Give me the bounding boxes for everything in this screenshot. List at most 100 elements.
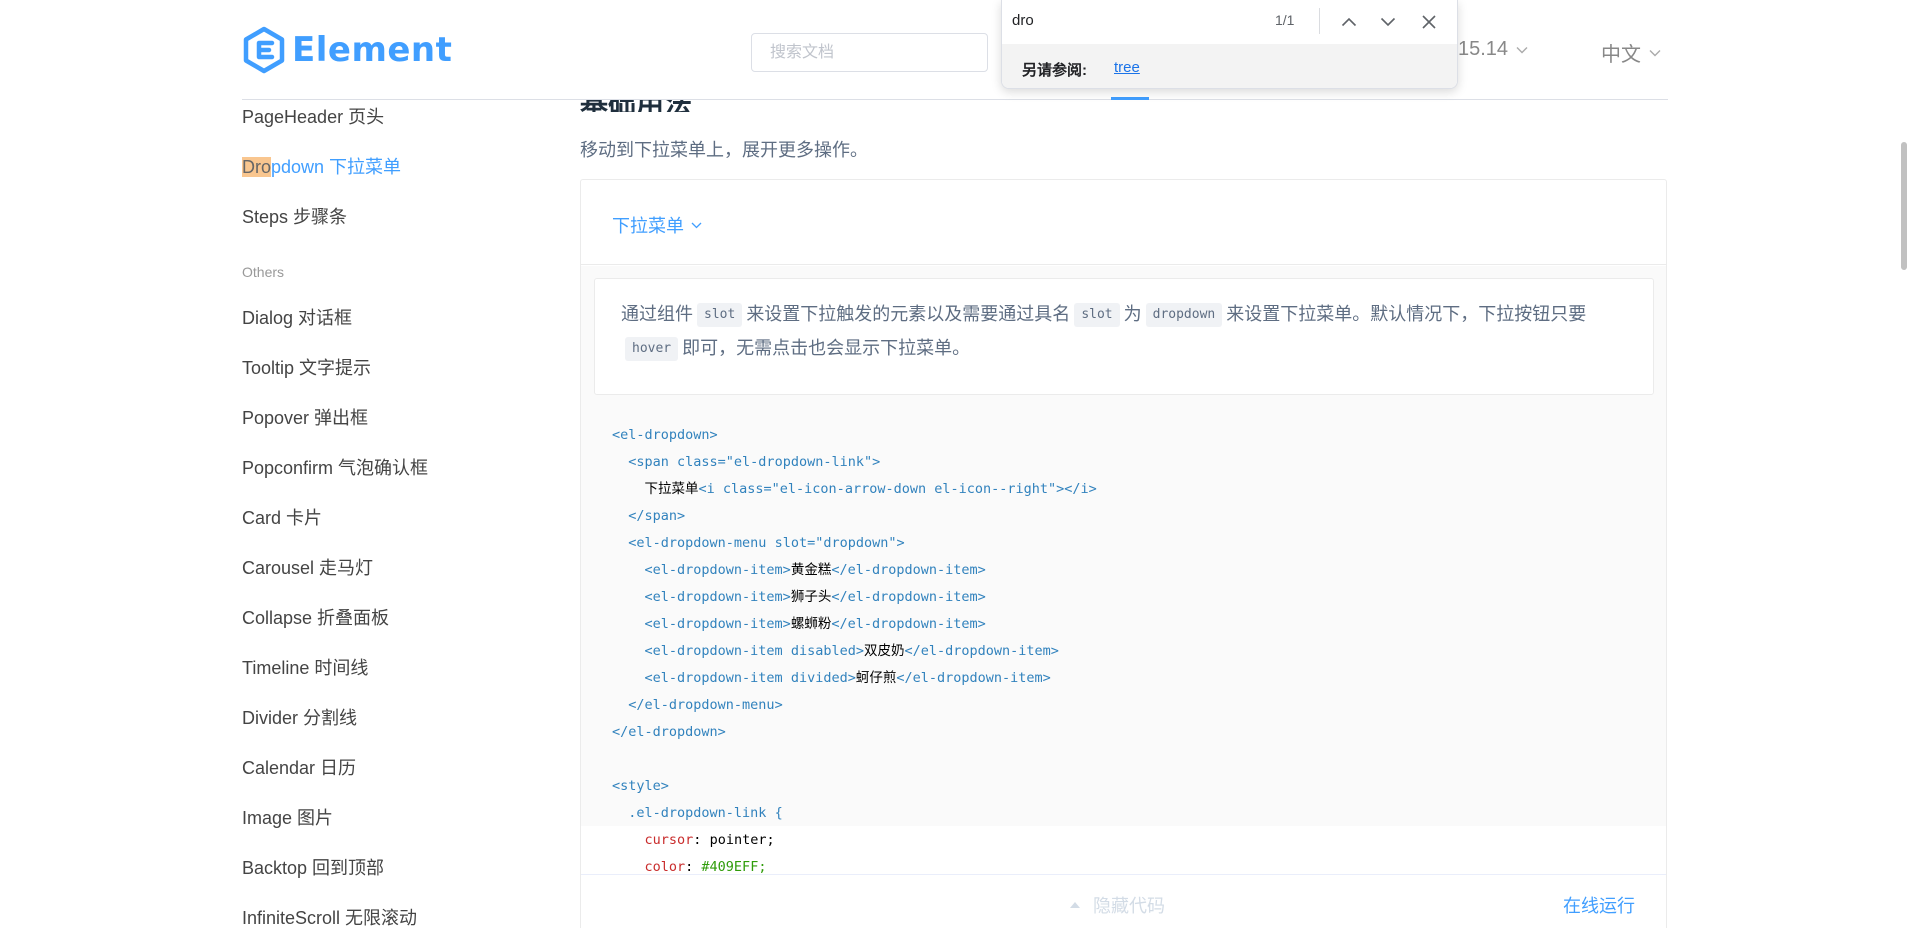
demo-control-bar: 隐藏代码 在线运行 — [581, 874, 1666, 928]
sidebar-item-infinitescroll[interactable]: InfiniteScroll 无限滚动 — [242, 904, 417, 928]
find-previous-button[interactable] — [1335, 8, 1363, 36]
demo-block: 下拉菜单 通过组件 slot 来设置下拉触发的元素以及需要通过具名 slot 为 drop… — [580, 179, 1667, 928]
chevron-down-icon — [1516, 46, 1528, 53]
code-token: </el-dropdown-item> — [904, 643, 1059, 659]
desc-text: 为 — [1123, 304, 1142, 324]
desc-text: 通过组件 — [621, 304, 693, 324]
code-token: <el-dropdown-item> — [644, 589, 791, 605]
code-token: <el-dropdown-item disabled> — [644, 643, 864, 659]
code-token: </el-dropdown-menu> — [628, 697, 783, 713]
code-token: <el-dropdown> — [612, 427, 718, 443]
code-text: 螺蛳粉 — [790, 616, 832, 632]
find-divider — [1319, 8, 1320, 34]
sidebar-group-label: Others — [242, 264, 285, 280]
find-next-button[interactable] — [1374, 8, 1402, 36]
code-value: #409EFF; — [701, 859, 767, 875]
demo-dropdown-trigger[interactable]: 下拉菜单 — [612, 212, 702, 238]
find-see-also: 另请参阅: tree — [1002, 44, 1457, 88]
active-tab-indicator — [1111, 97, 1149, 100]
hide-code-label: 隐藏代码 — [1093, 896, 1165, 916]
code-token: <el-dropdown-menu slot="dropdown"> — [628, 535, 905, 551]
side-nav: PageHeader 页头 Dropdown 下拉菜单 Steps 步骤条 Ot… — [242, 100, 542, 928]
sidebar-item-steps[interactable]: Steps 步骤条 — [242, 203, 347, 229]
demo-description: 通过组件 slot 来设置下拉触发的元素以及需要通过具名 slot 为 dropdown 来… — [594, 278, 1654, 395]
find-match-count: 1/1 — [1275, 12, 1295, 28]
code-chip: slot — [697, 303, 743, 328]
see-also-label: 另请参阅: — [1022, 62, 1087, 79]
element-logo-icon — [243, 26, 285, 74]
sidebar-item-pageheader[interactable]: PageHeader 页头 — [242, 103, 384, 129]
sidebar-item-carousel[interactable]: Carousel 走马灯 — [242, 554, 373, 580]
find-query-input[interactable]: dro — [1012, 12, 1034, 29]
sidebar-item-collapse[interactable]: Collapse 折叠面板 — [242, 604, 389, 630]
code-token: </el-dropdown-item> — [896, 670, 1051, 686]
logo-text: Element — [292, 30, 453, 70]
code-chip: hover — [625, 337, 679, 362]
page-scrollbar-thumb[interactable] — [1901, 142, 1907, 270]
code-token: <el-dropdown-item> — [644, 616, 791, 632]
language-value: 中文 — [1601, 44, 1641, 66]
sidebar-item-backtop[interactable]: Backtop 回到顶部 — [242, 854, 384, 880]
find-close-button[interactable] — [1415, 8, 1443, 36]
chevron-down-icon — [1380, 17, 1396, 27]
language-select[interactable]: 中文 — [1601, 38, 1661, 67]
sidebar-item-label: pdown 下拉菜单 — [271, 157, 402, 177]
code-text: 黄金糕 — [790, 562, 832, 578]
code-value: pointer; — [709, 832, 775, 848]
code-chip: dropdown — [1145, 303, 1223, 328]
see-also-link[interactable]: tree — [1114, 59, 1140, 76]
code-block: <el-dropdown> <span class="el-dropdown-l… — [612, 427, 1097, 875]
sidebar-item-popover[interactable]: Popover 弹出框 — [242, 404, 368, 430]
section-title: 基础用法 — [580, 100, 692, 112]
find-in-page-bar: dro 1/1 另请参阅: tree — [1001, 0, 1458, 89]
code-text: 双皮奶 — [863, 643, 905, 659]
sidebar-item-image[interactable]: Image 图片 — [242, 804, 333, 830]
header-divider — [242, 99, 1668, 100]
code-token: <span class="el-dropdown-link"> — [628, 454, 881, 470]
sidebar-item-dropdown[interactable]: Dropdown 下拉菜单 — [242, 153, 401, 179]
sidebar-item-card[interactable]: Card 卡片 — [242, 504, 322, 530]
chevron-down-icon — [1649, 49, 1661, 56]
code-token: </el-dropdown-item> — [831, 589, 986, 605]
close-icon — [1422, 15, 1436, 29]
code-chip: slot — [1074, 303, 1120, 328]
demo-source: 下拉菜单 — [581, 180, 1666, 265]
sidebar-item-popconfirm[interactable]: Popconfirm 气泡确认框 — [242, 454, 428, 480]
code-property: cursor — [644, 832, 694, 848]
code-token: <style> — [612, 778, 669, 794]
hide-code-button[interactable]: 隐藏代码 — [1069, 892, 1165, 918]
code-text: 蚵仔煎 — [855, 670, 897, 686]
logo[interactable]: Element — [242, 26, 452, 74]
section-title-wrapper: 基础用法 — [580, 100, 780, 112]
code-token: </span> — [628, 508, 686, 524]
run-online-button[interactable]: 在线运行 — [1563, 892, 1635, 918]
demo-meta: 通过组件 slot 来设置下拉触发的元素以及需要通过具名 slot 为 dropdown 来… — [581, 266, 1666, 875]
code-token: </el-dropdown> — [612, 724, 726, 740]
find-row: dro 1/1 — [1002, 0, 1457, 44]
section-description: 移动到下拉菜单上，展开更多操作。 — [580, 140, 868, 160]
code-token: .el-dropdown-link { — [628, 805, 783, 821]
code-token: <el-dropdown-item divided> — [644, 670, 856, 686]
sidebar-item-dialog[interactable]: Dialog 对话框 — [242, 304, 352, 330]
desc-text: 来设置下拉菜单。默认情况下，下拉按钮只要 — [1226, 304, 1587, 324]
code-token: </el-dropdown-item> — [831, 616, 986, 632]
doc-search-input[interactable] — [751, 33, 988, 72]
code-token: <i class="el-icon-arrow-down el-icon--ri… — [698, 481, 1097, 497]
caret-up-icon — [1070, 902, 1080, 908]
sidebar-item-calendar[interactable]: Calendar 日历 — [242, 754, 356, 780]
version-value: 15.14 — [1458, 38, 1509, 60]
code-token: <el-dropdown-item> — [644, 562, 791, 578]
code-text: 下拉菜单 — [644, 481, 699, 497]
version-select[interactable]: 15.14 — [1458, 38, 1528, 61]
sidebar-item-tooltip[interactable]: Tooltip 文字提示 — [242, 354, 371, 380]
find-match-highlight: Dro — [242, 157, 272, 177]
desc-text: 即可，无需点击也会显示下拉菜单。 — [682, 338, 971, 358]
top-header: Element 15.14 中文 — [0, 0, 1910, 100]
code-text: 狮子头 — [790, 589, 832, 605]
code-token: </el-dropdown-item> — [831, 562, 986, 578]
sidebar-item-divider[interactable]: Divider 分割线 — [242, 704, 357, 730]
code-property: color — [644, 859, 686, 875]
chevron-up-icon — [1341, 17, 1357, 27]
demo-dropdown-label: 下拉菜单 — [612, 216, 684, 236]
sidebar-item-timeline[interactable]: Timeline 时间线 — [242, 654, 368, 680]
